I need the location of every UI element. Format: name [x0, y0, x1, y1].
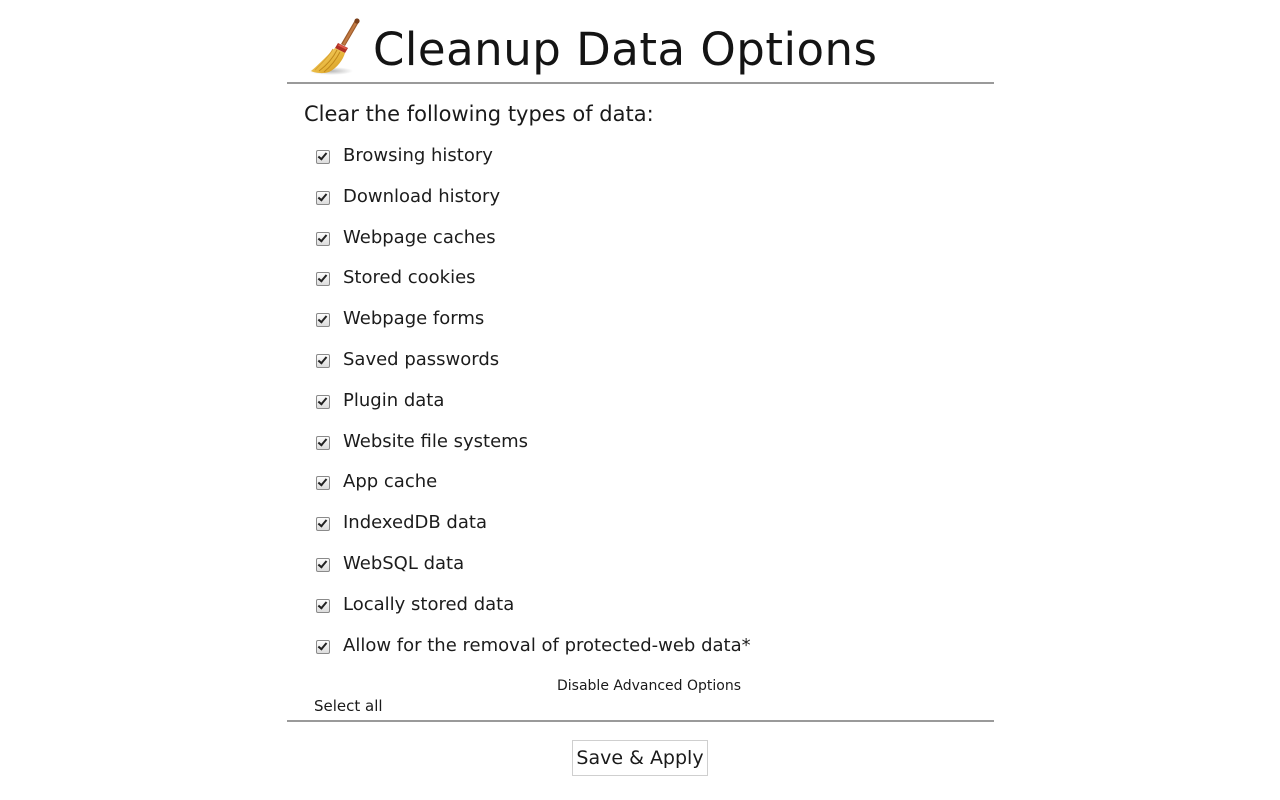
- option-label: Download history: [343, 185, 501, 207]
- option-label: IndexedDB data: [343, 512, 487, 534]
- option-saved-passwords[interactable]: Saved passwords: [314, 346, 974, 387]
- option-indexeddb-data[interactable]: IndexedDB data: [314, 509, 974, 550]
- option-webpage-caches[interactable]: Webpage caches: [314, 224, 974, 265]
- option-app-cache[interactable]: App cache: [314, 468, 974, 509]
- checkbox-webpage-forms[interactable]: [316, 313, 330, 328]
- checkbox-locally-stored-data[interactable]: [316, 598, 330, 613]
- checkbox-website-file-systems[interactable]: [316, 435, 330, 450]
- option-website-file-systems[interactable]: Website file systems: [314, 428, 974, 469]
- option-protected-web-data[interactable]: Allow for the removal of protected-web d…: [314, 632, 974, 673]
- data-type-options-list: Browsing history Download history Webpag…: [314, 142, 974, 672]
- checkbox-browsing-history[interactable]: [316, 150, 330, 164]
- checkbox-plugin-data[interactable]: [316, 394, 330, 409]
- option-label: Browsing history: [343, 145, 493, 166]
- checkbox-stored-cookies[interactable]: [316, 272, 330, 287]
- footer-divider: [287, 720, 994, 722]
- checkbox-websql-data[interactable]: [316, 557, 330, 572]
- option-download-history[interactable]: Download history: [314, 183, 974, 224]
- option-label: Locally stored data: [343, 593, 515, 615]
- disable-advanced-options-link[interactable]: Disable Advanced Options: [557, 677, 741, 695]
- option-label: Webpage caches: [343, 226, 496, 248]
- cleanup-options-page: Cleanup Data Options Clear the following…: [0, 0, 1280, 800]
- option-label: Webpage forms: [343, 308, 485, 330]
- option-webpage-forms[interactable]: Webpage forms: [314, 305, 974, 346]
- option-label: App cache: [343, 471, 438, 493]
- select-all-link[interactable]: Select all: [314, 697, 383, 715]
- section-heading: Clear the following types of data:: [304, 102, 654, 126]
- option-websql-data[interactable]: WebSQL data: [314, 550, 974, 591]
- option-plugin-data[interactable]: Plugin data: [314, 387, 974, 428]
- checkbox-webpage-caches[interactable]: [316, 231, 330, 246]
- checkbox-app-cache[interactable]: [316, 476, 330, 491]
- page-title: Cleanup Data Options: [373, 23, 878, 76]
- option-browsing-history[interactable]: Browsing history: [314, 142, 974, 183]
- option-label: Allow for the removal of protected-web d…: [343, 634, 751, 656]
- option-label: Saved passwords: [343, 348, 500, 370]
- option-label: Plugin data: [343, 389, 445, 411]
- option-label: Website file systems: [343, 430, 529, 452]
- header: Cleanup Data Options: [287, 0, 994, 84]
- option-stored-cookies[interactable]: Stored cookies: [314, 264, 974, 305]
- option-label: Stored cookies: [343, 267, 476, 289]
- option-locally-stored-data[interactable]: Locally stored data: [314, 591, 974, 632]
- save-apply-button[interactable]: Save & Apply: [572, 740, 708, 776]
- option-label: WebSQL data: [343, 552, 465, 574]
- checkbox-protected-web-data[interactable]: [316, 639, 330, 654]
- checkbox-indexeddb-data[interactable]: [316, 517, 330, 532]
- checkbox-download-history[interactable]: [316, 190, 330, 205]
- checkbox-saved-passwords[interactable]: [316, 353, 330, 368]
- broom-icon: [309, 18, 360, 75]
